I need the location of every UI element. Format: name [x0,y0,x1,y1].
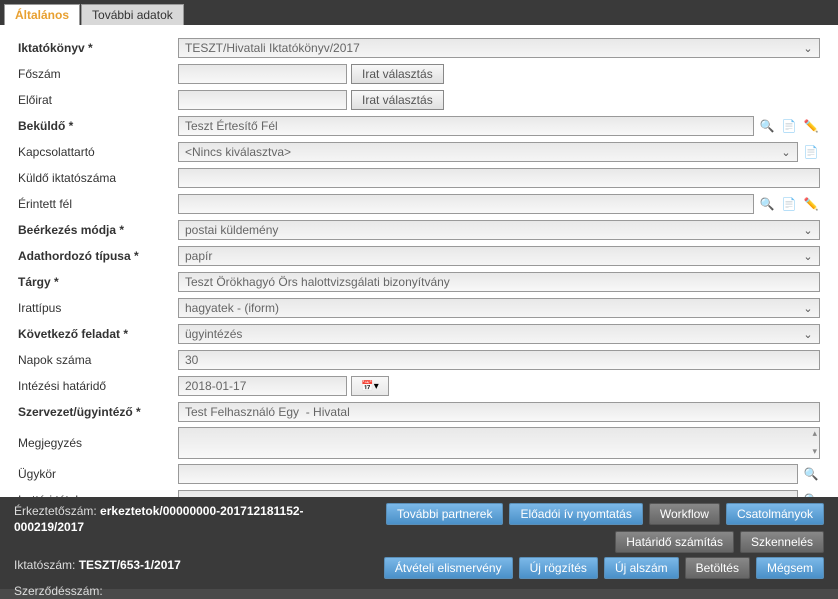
label-intezesi: Intézési határidő [18,379,178,393]
label-szervezet: Szervezet/ügyintéző * [18,405,178,419]
label-kovetkezo: Következő feladat * [18,327,178,341]
chevron-down-icon: ⌄ [801,223,815,237]
label-kuldo-iktato: Küldő iktatószáma [18,171,178,185]
select-irattipus[interactable]: hagyatek - (iform) ⌄ [178,298,820,318]
input-ugykor[interactable] [178,464,798,484]
label-targy: Tárgy * [18,275,178,289]
search-icon[interactable]: 🔍 [758,195,776,213]
szerzodes-label: Szerződésszám: [14,584,103,598]
input-intezesi-date[interactable] [178,376,347,396]
select-value: postai küldemény [185,223,278,237]
select-value: papír [185,249,212,263]
search-icon[interactable]: 🔍 [758,117,776,135]
atveteli-button[interactable]: Átvételi elismervény [384,557,513,579]
label-napok: Napok száma [18,353,178,367]
csatolmanyok-button[interactable]: Csatolmányok [726,503,824,525]
szerzodes-info: Szerződésszám: [14,583,824,599]
select-value: <Nincs kiválasztva> [185,145,291,159]
input-eloirat[interactable] [178,90,347,110]
select-value: ügyintézés [185,327,242,341]
szkenneles-button[interactable]: Szkennelés [740,531,824,553]
select-iktatokonyv[interactable]: TESZT/Hivatali Iktatókönyv/2017 ⌄ [178,38,820,58]
hatarido-szamitas-button[interactable]: Határidő számítás [615,531,734,553]
new-icon[interactable]: 📄 [780,195,798,213]
label-irattipus: Irattípus [18,301,178,315]
calendar-icon[interactable]: 📅▾ [351,376,389,396]
select-value: TESZT/Hivatali Iktatókönyv/2017 [185,41,360,55]
label-bekuldo: Beküldő * [18,119,178,133]
label-foszam: Főszám [18,67,178,81]
input-napok[interactable] [178,350,820,370]
tovabbi-partnerek-button[interactable]: További partnerek [386,503,503,525]
textarea-megjegyzes[interactable]: ▴▾ [178,427,820,459]
erkezteto-info: Érkeztetőszám: erkeztetok/00000000-20171… [14,503,304,535]
tab-general[interactable]: Általános [4,4,80,25]
select-value: hagyatek - (iform) [185,301,279,315]
new-icon[interactable]: 📄 [780,117,798,135]
irat-valasztas-button-2[interactable]: Irat választás [351,90,444,110]
input-szervezet[interactable] [178,402,820,422]
label-erintett-fel: Érintett fél [18,197,178,211]
label-ugykor: Ügykör [18,467,178,481]
iktato-value: TESZT/653-1/2017 [79,558,181,572]
betoltes-button[interactable]: Betöltés [685,557,750,579]
scroll-arrows-icon: ▴▾ [812,429,817,456]
select-kapcsolattarto[interactable]: <Nincs kiválasztva> ⌄ [178,142,798,162]
label-eloirat: Előirat [18,93,178,107]
iktato-info: Iktatószám: TESZT/653-1/2017 [14,557,181,573]
uj-rogzites-button[interactable]: Új rögzítés [519,557,598,579]
footer-bar: Érkeztetőszám: erkeztetok/00000000-20171… [0,497,838,589]
new-icon[interactable]: 📄 [802,143,820,161]
label-iktatokonyv: Iktatókönyv * [18,41,178,55]
eloadoi-iv-button[interactable]: Előadói ív nyomtatás [509,503,642,525]
form-panel: Iktatókönyv * TESZT/Hivatali Iktatókönyv… [0,25,838,497]
select-beerkezes[interactable]: postai küldemény ⌄ [178,220,820,240]
edit-icon[interactable]: ✏️ [802,117,820,135]
input-erintett-fel[interactable] [178,194,754,214]
chevron-down-icon: ⌄ [801,249,815,263]
search-icon[interactable]: 🔍 [802,465,820,483]
workflow-button[interactable]: Workflow [649,503,720,525]
input-targy[interactable] [178,272,820,292]
chevron-down-icon: ⌄ [801,41,815,55]
input-foszam[interactable] [178,64,347,84]
erkezteto-label: Érkeztetőszám: [14,504,97,518]
uj-alszam-button[interactable]: Új alszám [604,557,679,579]
chevron-down-icon: ⌄ [779,145,793,159]
label-beerkezes: Beérkezés módja * [18,223,178,237]
irat-valasztas-button-1[interactable]: Irat választás [351,64,444,84]
iktato-label: Iktatószám: [14,558,75,572]
label-adathordozo: Adathordozó típusa * [18,249,178,263]
input-kuldo-iktato[interactable] [178,168,820,188]
select-adathordozo[interactable]: papír ⌄ [178,246,820,266]
megsem-button[interactable]: Mégsem [756,557,824,579]
chevron-down-icon: ⌄ [801,327,815,341]
chevron-down-icon: ⌄ [801,301,815,315]
tab-more[interactable]: További adatok [81,4,184,25]
input-irattari[interactable] [178,490,798,497]
tab-bar: Általános További adatok [0,0,838,25]
label-kapcsolattarto: Kapcsolattartó [18,145,178,159]
label-megjegyzes: Megjegyzés [18,436,178,450]
edit-icon[interactable]: ✏️ [802,195,820,213]
select-kovetkezo[interactable]: ügyintézés ⌄ [178,324,820,344]
input-bekuldo[interactable] [178,116,754,136]
